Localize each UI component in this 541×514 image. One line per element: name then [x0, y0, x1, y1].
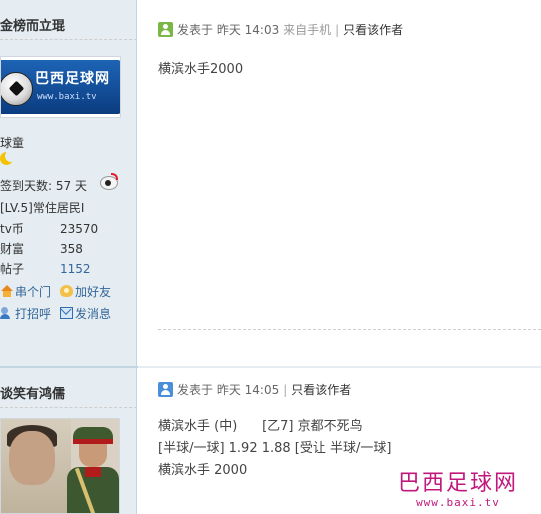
watermark-cn: 巴西足球网: [397, 471, 518, 496]
user-stats: tv币 23570 财富 358 帖子 1152: [0, 219, 130, 279]
soldier-figure: [67, 427, 119, 513]
visit-button[interactable]: 串个门: [0, 284, 51, 300]
avatar[interactable]: 巴西足球网 www.baxi.tv: [0, 56, 121, 118]
only-author-link[interactable]: 只看该作者: [291, 383, 351, 397]
user-icon: [158, 382, 173, 397]
author-sidebar: 金榜而立琨 巴西足球网 www.baxi.tv 球童 签到天数: 57 天 [L…: [0, 0, 137, 366]
message-button[interactable]: 发消息: [60, 306, 111, 322]
post-body: 横滨水手 (中) [乙7] 京都不死鸟 [半球/一球] 1.92 1.88 [受…: [158, 416, 391, 482]
posted-label: 发表于: [177, 383, 214, 397]
user-level[interactable]: [LV.5]常住居民I: [0, 199, 84, 216]
add-friend-button[interactable]: 加好友: [60, 284, 111, 300]
post-line: 横滨水手 (中) [乙7] 京都不死鸟: [158, 419, 363, 434]
stat-key: 财富: [0, 242, 25, 256]
baxi-logo: 巴西足球网 www.baxi.tv: [1, 60, 120, 114]
only-author-link[interactable]: 只看该作者: [343, 23, 403, 37]
post-source[interactable]: 来自手机: [283, 23, 331, 37]
signin-days: 签到天数: 57 天: [0, 179, 87, 193]
post-time: 昨天 14:05: [216, 383, 280, 397]
site-watermark: 巴西足球网 www.baxi.tv: [393, 471, 523, 510]
message-label: 发消息: [75, 307, 112, 321]
stat-row: 帖子 1152: [0, 259, 130, 279]
soccer-ball-icon: [1, 72, 33, 106]
stat-key: tv币: [0, 222, 24, 236]
logo-text-en: www.baxi.tv: [37, 92, 97, 102]
add-friend-label: 加好友: [75, 285, 112, 299]
post-line: [半球/一球] 1.92 1.88 [受让 半球/一球]: [158, 441, 392, 456]
online-user-icon: [158, 22, 173, 37]
home-icon: [0, 285, 13, 297]
stat-row: 财富 358: [0, 239, 130, 259]
envelope-icon: [60, 307, 73, 319]
greet-button[interactable]: 打招呼: [0, 306, 51, 322]
stat-value: 358: [60, 242, 83, 256]
handshake-icon: [60, 285, 73, 297]
visit-label: 串个门: [15, 285, 52, 299]
logo-text-cn: 巴西足球网: [35, 71, 110, 87]
post-line: 横滨水手2000: [158, 62, 244, 77]
author-name[interactable]: 谈笑有鸿儒: [0, 382, 137, 408]
stat-key: 帖子: [0, 262, 25, 276]
post-line: 横滨水手 2000: [158, 463, 248, 478]
post-content: 发表于 昨天 14:03 来自手机 | 只看该作者 横滨水手2000: [138, 0, 541, 366]
watermark-en: www.baxi.tv: [416, 496, 500, 509]
greet-label: 打招呼: [15, 307, 52, 321]
post-body: 横滨水手2000: [158, 59, 243, 81]
portrait-face: [9, 431, 55, 485]
post-count-link[interactable]: 1152: [60, 259, 91, 279]
avatar[interactable]: [0, 418, 120, 514]
author-name[interactable]: 金榜而立琨: [0, 14, 137, 40]
stat-row: tv币 23570: [0, 219, 130, 239]
moon-icon: [0, 150, 17, 166]
weibo-icon[interactable]: [100, 173, 118, 190]
post-time: 昨天 14:03: [216, 23, 280, 37]
stat-value: 23570: [60, 222, 99, 236]
post-1: 金榜而立琨 巴西足球网 www.baxi.tv 球童 签到天数: 57 天 [L…: [0, 0, 541, 366]
user-wave-icon: [0, 307, 13, 319]
divider: [158, 329, 541, 330]
posted-label: 发表于: [177, 23, 214, 37]
user-rank: 球童: [0, 136, 25, 150]
